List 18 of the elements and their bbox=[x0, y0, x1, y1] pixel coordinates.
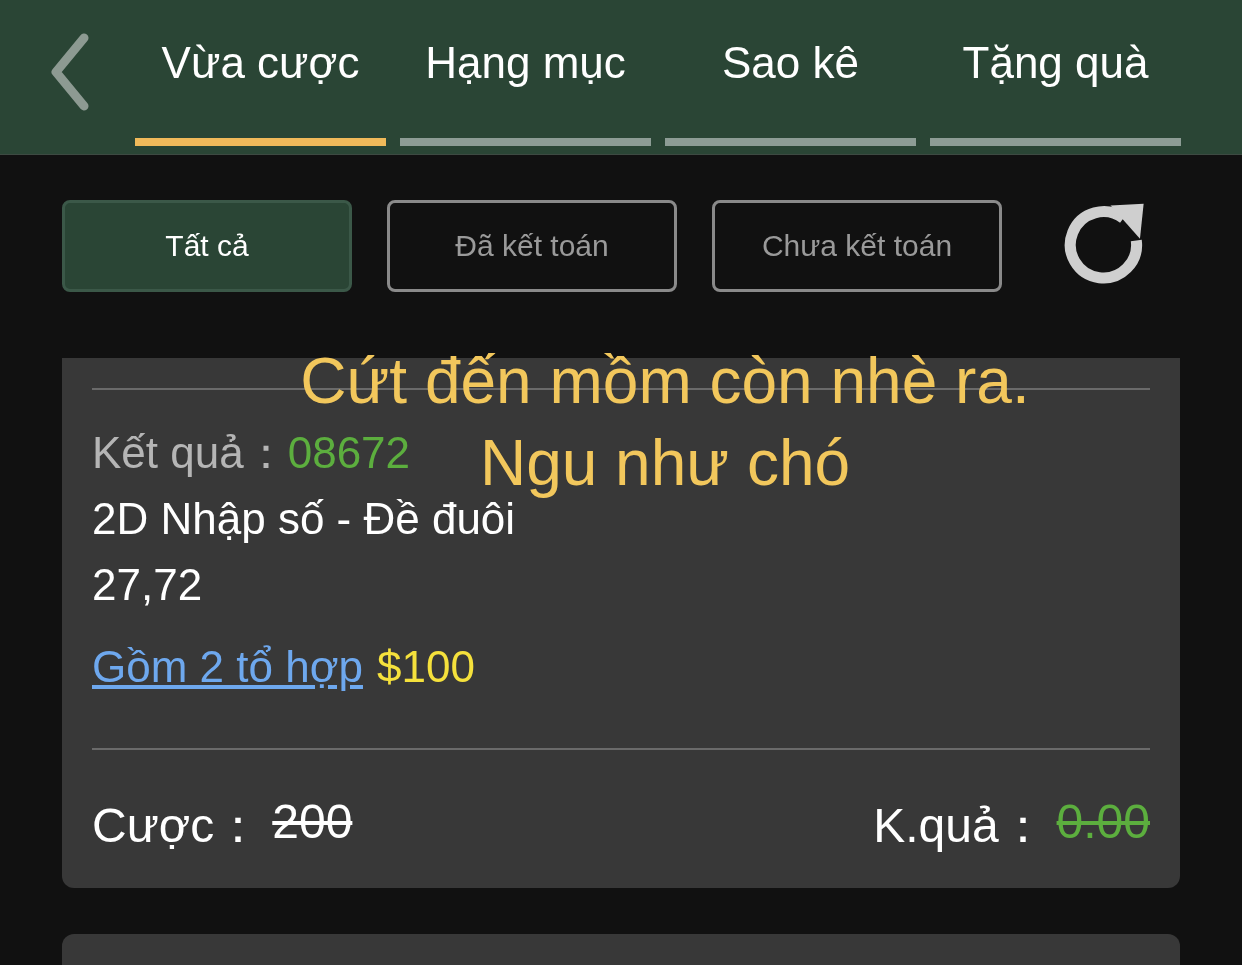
filter-button[interactable]: Đã kết toán bbox=[387, 200, 677, 292]
payout-value: 0.00 bbox=[1056, 794, 1150, 850]
tab[interactable]: Sao kê bbox=[665, 0, 916, 146]
filter-button[interactable]: Chưa kết toán bbox=[712, 200, 1002, 292]
payout-label: K.quả： bbox=[873, 798, 1047, 854]
filter-button[interactable]: Tất cả bbox=[62, 200, 352, 292]
result-number: 08672 bbox=[287, 428, 411, 477]
back-icon[interactable] bbox=[50, 32, 90, 112]
bet-numbers: 27,72 bbox=[92, 559, 204, 611]
result-label: Kết quả： bbox=[92, 428, 288, 477]
combo-amount: $100 bbox=[377, 641, 475, 693]
stake-label: Cược： bbox=[92, 798, 263, 854]
combo-link[interactable]: Gồm 2 tổ hợp bbox=[92, 634, 363, 700]
tab[interactable]: Vừa cược bbox=[135, 0, 386, 146]
overlay-caption: Cứt đến mồm còn nhè ra. bbox=[300, 344, 1030, 419]
stake-value: 200 bbox=[272, 794, 353, 850]
tab[interactable]: Tặng quà bbox=[930, 0, 1181, 146]
tab[interactable]: Hạng mục bbox=[400, 0, 651, 146]
